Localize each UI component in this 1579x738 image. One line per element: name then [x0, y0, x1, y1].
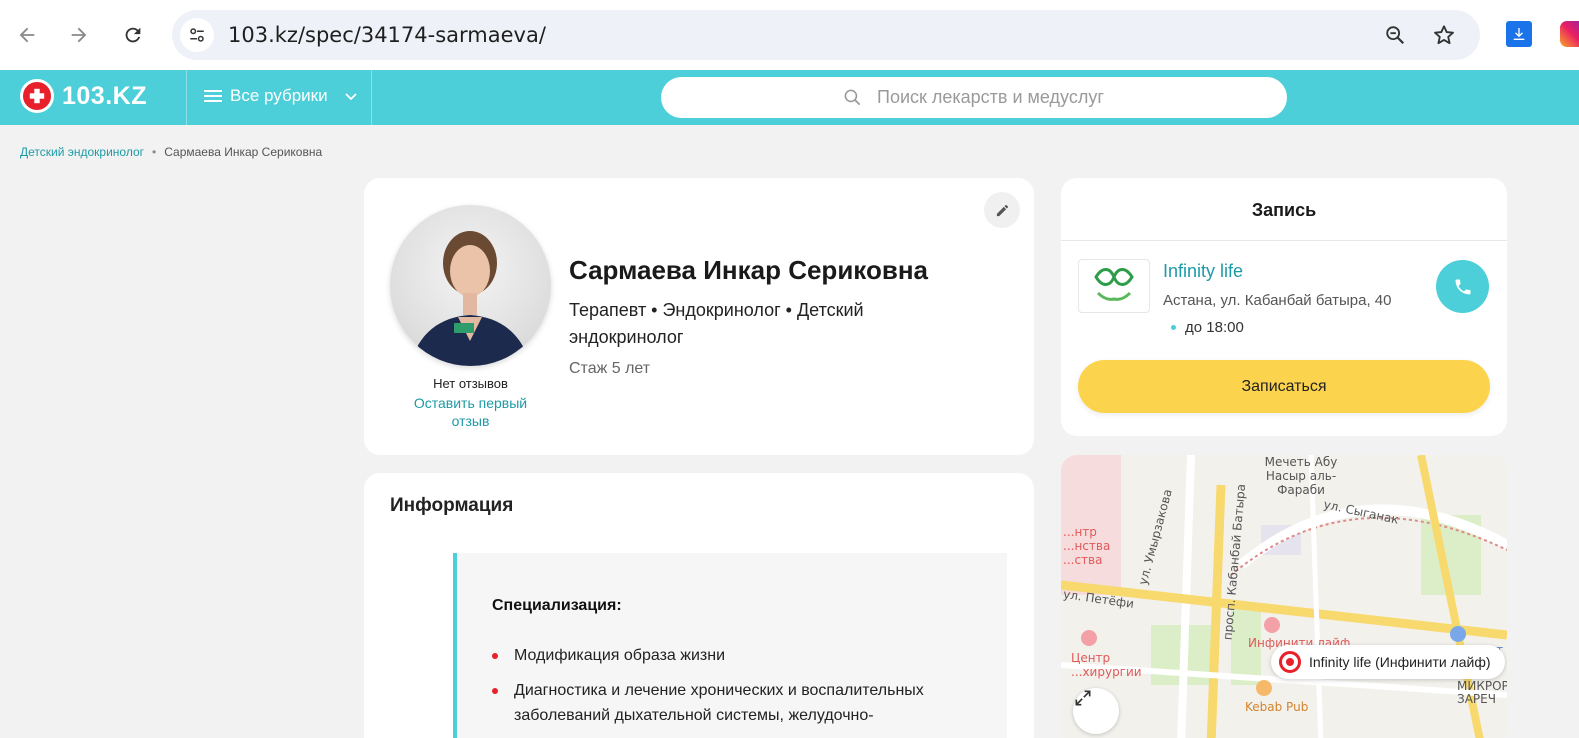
- doctor-profile-card: Нет отзывов Оставить первый отзыв Сармае…: [364, 178, 1034, 455]
- back-icon[interactable]: [12, 20, 42, 50]
- reload-icon[interactable]: [118, 20, 148, 50]
- no-reviews-text: Нет отзывов: [433, 376, 508, 391]
- book-appointment-button[interactable]: Записаться: [1078, 360, 1490, 413]
- divider: [1061, 240, 1507, 241]
- header-divider: [186, 70, 187, 125]
- star-icon[interactable]: [1431, 22, 1457, 48]
- site-info-icon[interactable]: [180, 18, 214, 52]
- search-input[interactable]: Поиск лекарств и медуслуг: [661, 77, 1287, 118]
- leave-first-review-link[interactable]: Оставить первый отзыв: [404, 394, 537, 430]
- booking-card: Запись Infinity life Астана, ул. Кабанба…: [1061, 178, 1507, 436]
- clinic-hours: до 18:00: [1171, 319, 1244, 336]
- clinic-name-link[interactable]: Infinity life: [1163, 261, 1243, 282]
- map-label-mikror: МИКРОР ЗАРЕЧ: [1457, 679, 1507, 706]
- information-card: Информация Специализация: Модификация об…: [364, 473, 1034, 738]
- forward-icon[interactable]: [64, 20, 94, 50]
- list-item: Модификация образа жизни: [492, 643, 962, 668]
- map-label-kebab: Kebab Pub: [1245, 700, 1309, 714]
- browser-toolbar: 103.kz/spec/34174-sarmaeva/: [0, 0, 1579, 70]
- zoom-icon[interactable]: [1382, 22, 1408, 48]
- doctor-experience: Стаж 5 лет: [569, 360, 651, 377]
- booking-title: Запись: [1251, 200, 1317, 220]
- search-icon: [844, 89, 861, 106]
- address-bar[interactable]: 103.kz/spec/34174-sarmaeva/: [172, 10, 1480, 60]
- doctor-name: Сармаева Инкар Сериковна: [569, 255, 928, 285]
- clinic-logo[interactable]: [1078, 259, 1150, 313]
- logo-cross-icon: [20, 79, 54, 113]
- menu-icon: [204, 90, 222, 102]
- specialization-label: Специализация:: [492, 597, 622, 614]
- clinic-address: Астана, ул. Кабанбай батыра, 40: [1163, 292, 1392, 309]
- clinic-map[interactable]: Мечеть Абу Насыр аль-Фараби ул. Сыганак …: [1061, 455, 1507, 738]
- edit-button[interactable]: [984, 192, 1020, 228]
- chevron-down-icon: [344, 93, 357, 101]
- download-extension-icon[interactable]: [1506, 21, 1532, 47]
- information-title: Информация: [390, 495, 514, 516]
- header-divider: [371, 70, 372, 125]
- expand-icon: [1075, 690, 1091, 706]
- doctor-specialties: Терапевт • Эндокринолог • Детский эндокр…: [569, 300, 864, 347]
- map-pin-label: Infinity life (Инфинити лайф): [1309, 654, 1491, 670]
- doctor-avatar: [390, 205, 551, 366]
- breadcrumb: Детский эндокринолог • Сармаева Инкар Се…: [20, 145, 322, 159]
- open-status-dot: [1171, 325, 1176, 330]
- map-label-center-left: ...нтр ...нства ...ства: [1063, 525, 1111, 567]
- url-text[interactable]: 103.kz/spec/34174-sarmaeva/: [228, 23, 546, 47]
- map-expand-button[interactable]: [1073, 688, 1119, 734]
- pencil-icon: [996, 204, 1008, 216]
- instagram-extension-icon[interactable]: [1560, 21, 1579, 47]
- map-label-mosque: Мечеть Абу Насыр аль-Фараби: [1264, 455, 1338, 497]
- specialization-box: Специализация: Модификация образа жизни …: [453, 553, 1007, 738]
- map-label-center-surgery: Центр ...хирургии: [1071, 651, 1142, 679]
- all-rubrics-label: Все рубрики: [230, 86, 328, 105]
- search-placeholder: Поиск лекарств и медуслуг: [877, 87, 1104, 107]
- all-rubrics-button[interactable]: Все рубрики: [204, 86, 358, 106]
- map-pin-icon: [1279, 651, 1301, 673]
- clinic-hours-text: до 18:00: [1185, 319, 1244, 336]
- logo-text: 103.KZ: [62, 81, 147, 110]
- list-item: Диагностика и лечение хронических и восп…: [492, 678, 962, 728]
- specialization-list: Модификация образа жизни Диагностика и л…: [492, 643, 962, 738]
- call-button[interactable]: [1436, 260, 1489, 313]
- phone-icon: [1455, 279, 1470, 294]
- breadcrumb-current: Сармаева Инкар Сериковна: [164, 145, 323, 159]
- map-pin[interactable]: Infinity life (Инфинити лайф): [1271, 645, 1505, 679]
- breadcrumb-parent-link[interactable]: Детский эндокринолог: [20, 145, 144, 159]
- site-logo[interactable]: 103.KZ: [20, 79, 147, 113]
- breadcrumb-separator: •: [152, 145, 157, 159]
